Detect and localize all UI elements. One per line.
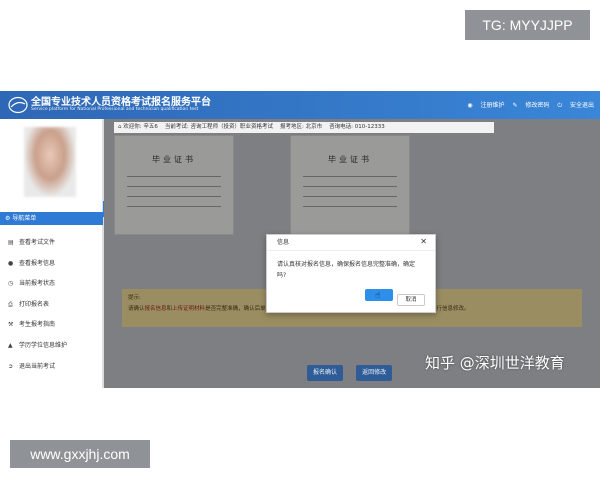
graduation-icon: ▲	[8, 341, 13, 349]
site-header: 全国专业技术人员资格考试报名服务平台 Service platform for …	[0, 91, 600, 119]
change-password-link[interactable]: ✎ 修改密码	[512, 102, 549, 109]
print-icon: ⎙	[8, 300, 13, 308]
logout-link[interactable]: ⏻ 安全退出	[557, 102, 594, 109]
home-icon: ⌂	[118, 124, 122, 130]
file-icon: ▤	[8, 239, 14, 246]
wrench-icon: ⚒	[8, 321, 14, 329]
back-to-edit-button[interactable]: 返回修改	[356, 365, 393, 381]
sidebar: ⚙ 导航菜单 ▤ 查看考试文件 ● 查看报考信息 ◷ 当前报考状态 ⎙ 打印报名表 ⚒ 考…	[0, 119, 103, 388]
nav-list: ▤ 查看考试文件 ● 查看报考信息 ◷ 当前报考状态 ⎙ 打印报名表 ⚒ 考生报考指南 ▲…	[0, 227, 103, 377]
header-links: ◉ 注册维护 ✎ 修改密码 ⏻ 安全退出	[461, 100, 594, 110]
dialog-cancel-button[interactable]: 取消	[397, 294, 425, 306]
watermark-zhihu: 知乎 @深圳世洋教育	[425, 354, 565, 372]
dialog-ok-button[interactable]: ☝	[365, 289, 393, 301]
avatar	[24, 127, 76, 197]
register-maintain-link[interactable]: ◉ 注册维护	[467, 102, 504, 109]
sidebar-item-education[interactable]: ▲ 学历学位信息维护	[0, 336, 103, 357]
dialog-title: 信息	[267, 235, 435, 251]
certificate-image-1: 毕业证书	[114, 135, 234, 235]
nav-menu-header: ⚙ 导航菜单	[0, 212, 103, 225]
exit-icon: ➲	[8, 362, 14, 370]
dialog-message: 请认真核对报名信息，确保报名信息完整准确，确定吗?	[277, 261, 416, 279]
watermark-url: www.gxxjhj.com	[10, 440, 150, 468]
clock-icon: ◷	[8, 280, 14, 288]
site-subtitle: Service platform for National Profession…	[31, 107, 199, 112]
site-title: 全国专业技术人员资格考试报名服务平台	[31, 97, 211, 108]
info-icon: ●	[8, 259, 14, 267]
action-buttons: 报名确认 返回修改	[307, 359, 400, 381]
certificate-image-2: 毕业证书	[290, 135, 410, 235]
sidebar-item-exam-info[interactable]: ● 查看报考信息	[0, 254, 103, 275]
watermark-tg: TG: MYYJJPP	[465, 10, 590, 40]
confirm-dialog: 信息 ✕ 请认真核对报名信息，确保报名信息完整准确，确定吗? ☝ 取消	[266, 234, 436, 313]
close-icon[interactable]: ✕	[420, 237, 427, 246]
sidebar-item-guide[interactable]: ⚒ 考生报考指南	[0, 315, 103, 336]
hand-cursor-icon: ☝	[375, 291, 381, 301]
confirm-registration-button[interactable]: 报名确认	[307, 365, 344, 381]
dialog-buttons: ☝ 取消	[365, 286, 425, 306]
sidebar-item-exit-exam[interactable]: ➲ 退出当前考试	[0, 357, 103, 378]
sidebar-item-print[interactable]: ⎙ 打印报名表	[0, 295, 103, 316]
info-bar: ⌂ 欢迎你: 辛五6 当前考试: 咨询工程师（投资）职业资格考试 报考地区: 北…	[114, 122, 494, 133]
logo-icon	[8, 96, 28, 114]
sidebar-item-exam-files[interactable]: ▤ 查看考试文件	[0, 233, 103, 254]
sidebar-item-status[interactable]: ◷ 当前报考状态	[0, 274, 103, 295]
